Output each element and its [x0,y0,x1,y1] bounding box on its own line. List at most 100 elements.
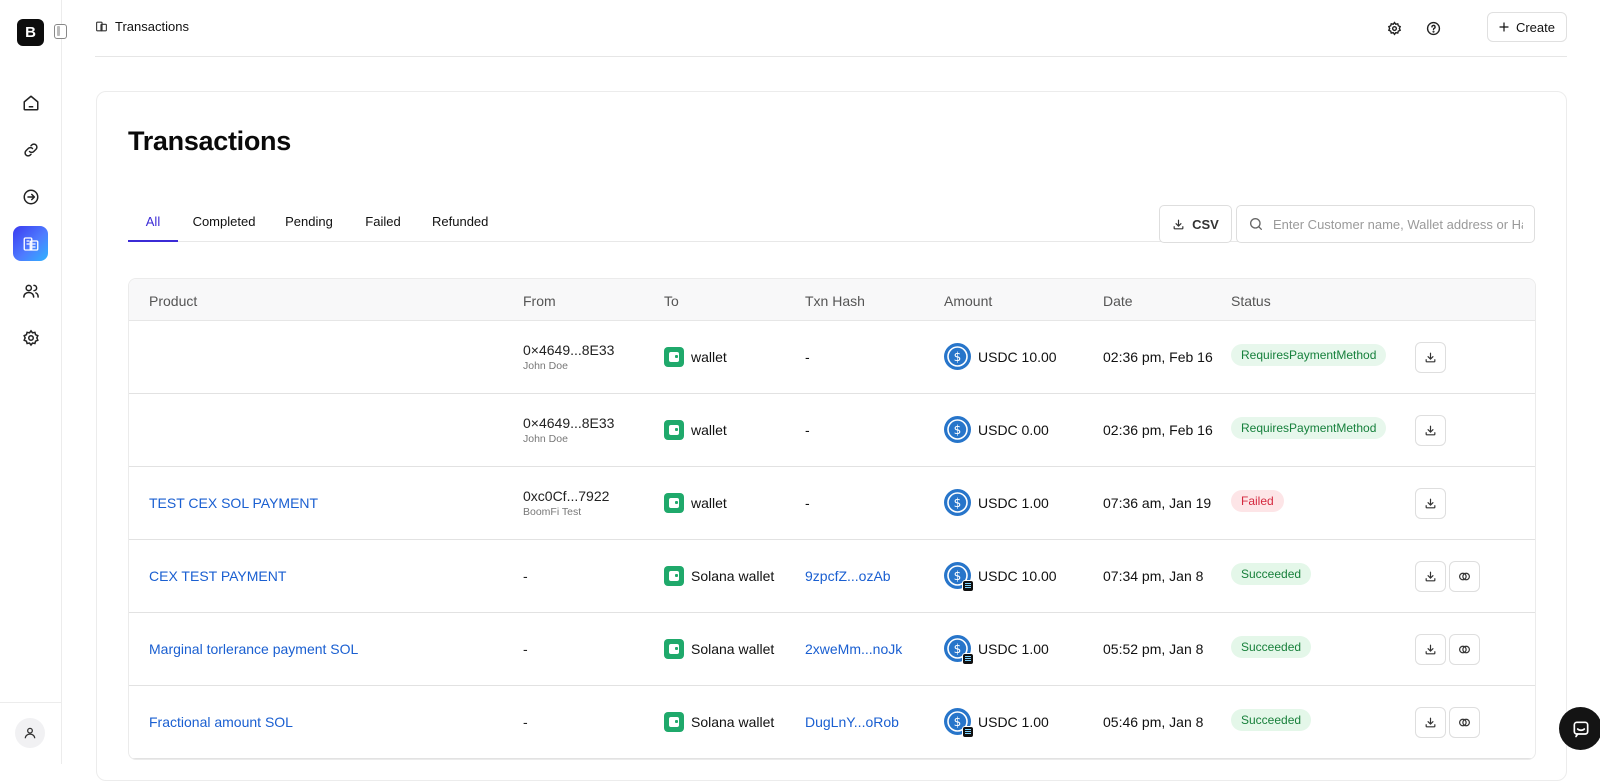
usdc-icon: $ [944,489,971,516]
sidebar-item-transactions[interactable] [13,226,48,261]
wallet-icon [664,712,684,732]
txn-hash: - [805,495,810,511]
status-cell: RequiresPaymentMethod [1231,417,1387,439]
column-header-amount: Amount [944,293,993,309]
txn-hash-link[interactable]: DugLnY...oRob [805,714,899,730]
wallet-icon [664,493,684,513]
sidebar-collapse-icon[interactable] [54,24,67,39]
txn-hash-link[interactable]: 9zpcfZ...ozAb [805,568,891,584]
amount-cell: $ USDC 0.00 [944,416,1049,443]
amount-cell: $ USDC 1.00 [944,635,1049,665]
sidebar-item-payment-links[interactable] [13,132,48,167]
tab-all[interactable]: All [128,214,178,242]
avatar[interactable] [15,718,45,748]
usdc-icon: $ [944,343,971,370]
table-row[interactable]: CEX TEST PAYMENT - Solana wallet 9zpcfZ.… [129,540,1535,613]
to-cell: Solana wallet [664,566,774,586]
to-cell: Solana wallet [664,712,774,732]
download-receipt-button[interactable] [1415,415,1446,446]
refund-button[interactable] [1449,707,1480,738]
from-cell: - [523,641,528,657]
refund-icon [1459,645,1470,654]
wallet-icon [664,347,684,367]
table-row[interactable]: TEST CEX SOL PAYMENT 0xc0Cf...7922 BoomF… [129,467,1535,540]
tab-completed[interactable]: Completed [192,214,256,242]
link-icon [23,142,38,157]
download-receipt-button[interactable] [1415,561,1446,592]
amount-value: USDC 1.00 [978,494,1049,511]
download-receipt-button[interactable] [1415,342,1446,373]
page-title: Transactions [128,126,291,156]
solana-icon [962,726,974,738]
svg-text:$: $ [954,569,962,583]
search-field [1236,205,1535,243]
download-receipt-button[interactable] [1415,707,1446,738]
chat-icon [1573,721,1588,737]
tab-refunded[interactable]: Refunded [432,214,488,242]
column-header-to: To [664,293,679,309]
tab-failed[interactable]: Failed [363,214,403,242]
sidebar-item-customers[interactable] [13,273,48,308]
wallet-icon [664,639,684,659]
usdc-icon: $ [944,416,971,443]
transactions-table: Product From To Txn Hash Amount Date Sta… [128,278,1536,760]
search-input[interactable] [1273,216,1523,232]
users-icon [22,284,39,298]
from-address: 0×4649...8E33 [523,415,615,431]
wallet-icon [664,420,684,440]
solana-icon [962,580,974,592]
txn-hash-link[interactable]: 2xweMm...noJk [805,641,902,657]
amount-cell: $ USDC 1.00 [944,708,1049,738]
column-header-date: Date [1103,293,1133,309]
transactions-card: Transactions All Completed Pending Faile… [96,91,1567,781]
from-cell: 0×4649...8E33 John Doe [523,342,614,372]
tab-pending[interactable]: Pending [284,214,334,242]
download-icon [1425,571,1436,582]
plus-icon [1499,22,1509,32]
support-chat-button[interactable] [1559,707,1600,750]
sidebar-divider [0,702,62,703]
column-header-from: From [523,293,556,309]
product-link[interactable]: TEST CEX SOL PAYMENT [149,495,318,511]
table-row[interactable]: Marginal torlerance payment SOL - Solana… [129,613,1535,686]
status-cell: Succeeded [1231,709,1312,731]
help-button[interactable] [1422,17,1444,39]
sidebar-item-home[interactable] [13,85,48,120]
solana-icon [962,653,974,665]
app-logo[interactable]: B [17,19,44,46]
from-name: John Doe [523,433,568,445]
svg-text:$: $ [954,642,962,656]
table-header: Product From To Txn Hash Amount Date Sta… [129,279,1535,321]
settings-button[interactable] [1383,17,1405,39]
sidebar-item-settings[interactable] [13,320,48,355]
create-button[interactable]: Create [1486,12,1567,42]
product-link[interactable]: Fractional amount SOL [149,714,293,730]
download-icon [1425,352,1436,363]
refund-button[interactable] [1449,634,1480,665]
product-link[interactable]: CEX TEST PAYMENT [149,568,286,584]
transactions-icon [23,236,38,251]
refund-icon [1459,718,1470,727]
date-value: 05:46 pm, Jan 8 [1103,714,1204,730]
download-receipt-button[interactable] [1415,634,1446,665]
refund-icon [1459,572,1470,581]
sidebar-item-checkout[interactable] [13,179,48,214]
table-row[interactable]: 0×4649...8E33 John Doe wallet - $ USDC 0… [129,394,1535,467]
breadcrumb[interactable]: Transactions [95,19,189,34]
refund-button[interactable] [1449,561,1480,592]
product-link[interactable]: Marginal torlerance payment SOL [149,641,358,657]
download-icon [1425,717,1436,728]
status-badge: Failed [1231,490,1284,512]
status-badge: RequiresPaymentMethod [1231,417,1387,439]
csv-export-button[interactable]: CSV [1159,205,1232,243]
table-row[interactable]: 0×4649...8E33 John Doe wallet - $ USDC 1… [129,321,1535,394]
download-receipt-button[interactable] [1415,488,1446,519]
status-cell: RequiresPaymentMethod [1231,344,1387,366]
transactions-icon [96,21,107,32]
download-icon [1425,425,1436,436]
to-cell: wallet [664,420,727,440]
download-icon [1425,644,1436,655]
amount-value: USDC 1.00 [978,640,1049,657]
txn-hash: - [805,349,810,365]
table-row[interactable]: Fractional amount SOL - Solana wallet Du… [129,686,1535,759]
